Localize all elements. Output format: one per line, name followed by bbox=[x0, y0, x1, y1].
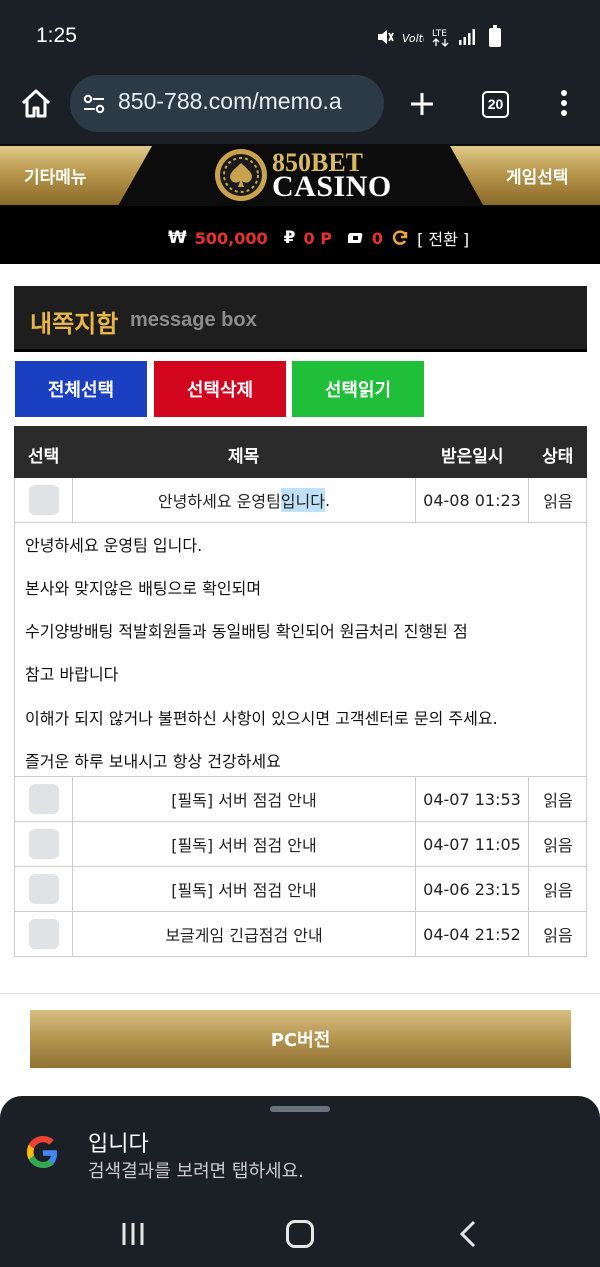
footer-divider bbox=[0, 993, 600, 994]
tab-switcher-button[interactable]: 20 bbox=[482, 91, 509, 118]
page-title: 내쪽지함 bbox=[30, 310, 119, 338]
message-content: 안녕하세요 운영팀 입니다. 본사와 맞지않은 배팅으로 확인되며 수기양방배팅… bbox=[14, 522, 587, 777]
message-date: 04-08 01:23 bbox=[416, 478, 529, 522]
system-icons: Volte LTE bbox=[376, 27, 476, 47]
page-subtitle: message box bbox=[130, 309, 257, 331]
point-icon: ₽ bbox=[283, 228, 296, 248]
home-icon[interactable] bbox=[286, 1220, 314, 1248]
message-date: 04-07 11:05 bbox=[416, 822, 529, 866]
refresh-icon[interactable] bbox=[391, 229, 409, 247]
message-title[interactable]: 보글게임 긴급점검 안내 bbox=[73, 912, 416, 956]
chip-balance: 0 bbox=[371, 228, 384, 248]
site-settings-icon[interactable] bbox=[82, 92, 106, 116]
message-title[interactable]: [필독] 서버 점검 안내 bbox=[73, 777, 416, 821]
won-icon: ₩ bbox=[168, 228, 187, 248]
address-text[interactable]: 850-788.com/memo.a bbox=[118, 88, 378, 115]
message-status: 읽음 bbox=[543, 836, 573, 855]
mute-icon bbox=[378, 30, 394, 44]
row-checkbox[interactable] bbox=[28, 919, 59, 949]
message-date: 04-04 21:52 bbox=[416, 912, 529, 956]
message-date: 04-06 23:15 bbox=[416, 867, 529, 911]
message-title[interactable]: [필독] 서버 점검 안내 bbox=[73, 867, 416, 911]
balance-row: ₩ 500,000 ₽ 0 P 0 [ 전환 ] bbox=[168, 226, 469, 250]
message-line: 즐거운 하루 보내시고 항상 건강하세요 bbox=[25, 752, 281, 771]
message-status: 읽음 bbox=[543, 791, 573, 810]
message-status: 읽음 bbox=[543, 881, 573, 900]
column-header-title: 제목 bbox=[228, 447, 260, 467]
search-query[interactable]: 입니다 bbox=[88, 1126, 149, 1158]
table-header: 선택 제목 받은일시 상태 bbox=[14, 426, 587, 478]
column-header-date: 받은일시 bbox=[441, 447, 504, 467]
message-line: 본사와 맞지않은 배팅으로 확인되며 bbox=[25, 579, 262, 598]
table-row[interactable]: [필독] 서버 점검 안내 04-07 13:53 읽음 bbox=[14, 777, 587, 822]
status-time: 1:25 bbox=[36, 24, 77, 47]
row-checkbox[interactable] bbox=[28, 874, 59, 904]
sheet-drag-handle[interactable] bbox=[270, 1106, 330, 1112]
message-status: 읽음 bbox=[543, 492, 573, 511]
logo-text-casino: CASINO bbox=[272, 170, 392, 203]
new-tab-icon[interactable] bbox=[406, 88, 438, 120]
browser-menu-icon[interactable] bbox=[556, 88, 572, 120]
message-title[interactable]: 안녕하세요 운영팀 입니다. bbox=[73, 478, 416, 522]
lte-icon: LTE bbox=[432, 29, 449, 47]
recent-apps-icon[interactable] bbox=[120, 1221, 146, 1247]
message-line: 이해가 되지 않거나 불편하신 사항이 있으시면 고객센터로 문의 주세요. bbox=[25, 709, 498, 728]
select-all-button[interactable]: 전체선택 bbox=[15, 361, 147, 417]
pc-version-button[interactable]: PC버전 bbox=[30, 1010, 571, 1068]
highlighted-text: 입니다 bbox=[280, 488, 325, 512]
signal-icon bbox=[459, 29, 475, 45]
message-line: 참고 바랍니다 bbox=[25, 665, 119, 684]
google-icon bbox=[27, 1136, 57, 1168]
back-icon[interactable] bbox=[456, 1219, 480, 1249]
row-checkbox[interactable] bbox=[28, 829, 59, 859]
table-row[interactable]: [필독] 서버 점검 안내 04-07 11:05 읽음 bbox=[14, 822, 587, 867]
status-bar: 1:25 bbox=[0, 0, 600, 70]
column-header-status: 상태 bbox=[542, 447, 574, 467]
browser-home-icon[interactable] bbox=[18, 86, 54, 122]
chip-icon bbox=[347, 233, 363, 243]
volte-icon: Volte bbox=[402, 32, 424, 44]
battery-icon bbox=[489, 25, 501, 47]
message-date: 04-07 13:53 bbox=[416, 777, 529, 821]
row-checkbox[interactable] bbox=[28, 784, 59, 814]
svg-text:Volte: Volte bbox=[402, 32, 424, 44]
message-line: 수기양방배팅 적발회원들과 동일배팅 확인되어 원금처리 진행된 점 bbox=[25, 622, 468, 641]
column-header-select: 선택 bbox=[28, 447, 60, 467]
convert-button[interactable]: [ 전환 ] bbox=[417, 226, 469, 250]
table-row[interactable]: 보글게임 긴급점검 안내 04-04 21:52 읽음 bbox=[14, 912, 587, 957]
search-hint[interactable]: 검색결과를 보려면 탭하세요. bbox=[88, 1157, 304, 1183]
point-balance: 0 P bbox=[303, 228, 332, 248]
lte-label: LTE bbox=[432, 29, 447, 39]
read-selected-button[interactable]: 선택읽기 bbox=[292, 361, 424, 417]
delete-selected-button[interactable]: 선택삭제 bbox=[154, 361, 286, 417]
money-balance: 500,000 bbox=[194, 228, 268, 248]
message-title[interactable]: [필독] 서버 점검 안내 bbox=[73, 822, 416, 866]
row-checkbox[interactable] bbox=[28, 485, 59, 515]
message-line: 안녕하세요 운영팀 입니다. bbox=[25, 536, 203, 555]
message-status: 읽음 bbox=[543, 926, 573, 945]
table-row[interactable]: 안녕하세요 운영팀 입니다. 04-08 01:23 읽음 bbox=[14, 478, 587, 523]
table-row[interactable]: [필독] 서버 점검 안내 04-06 23:15 읽음 bbox=[14, 867, 587, 912]
